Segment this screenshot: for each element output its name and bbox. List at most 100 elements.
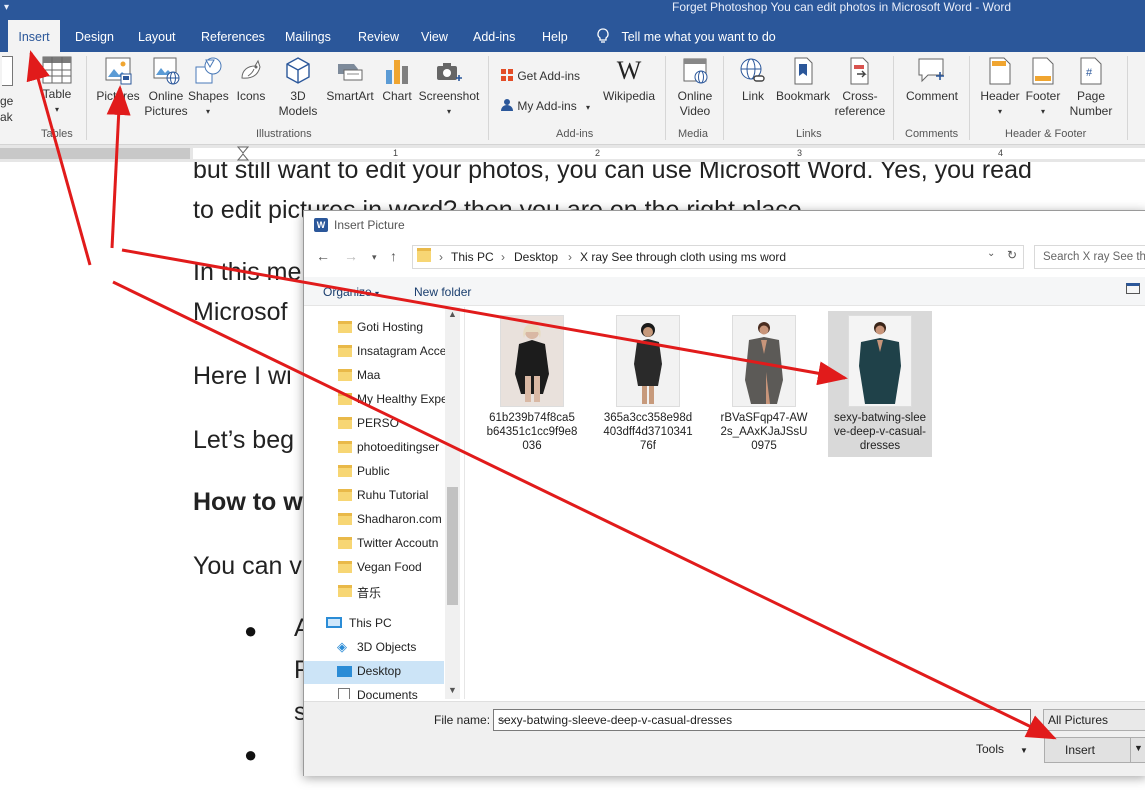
bookmark-button[interactable]: Bookmark — [774, 56, 832, 104]
table-icon — [42, 56, 72, 84]
online-pictures-button[interactable]: Online Pictures — [144, 56, 188, 119]
indent-marker-icon[interactable] — [237, 145, 249, 162]
breadcrumb-desktop[interactable]: Desktop — [514, 250, 558, 264]
svg-text:#: # — [1086, 67, 1093, 79]
my-add-ins-button[interactable]: My Add-ins ▾ — [500, 98, 590, 113]
group-header-footer: Header & Footer — [1005, 128, 1087, 140]
quick-access-dropdown-icon[interactable]: ▾ — [4, 2, 9, 13]
breadcrumb-this-pc[interactable]: This PC — [451, 250, 494, 264]
tab-view[interactable]: View — [421, 20, 448, 52]
3d-models-button[interactable]: 3D Models — [278, 56, 318, 119]
online-pictures-icon — [153, 57, 180, 85]
horizontal-ruler[interactable]: 1 2 3 4 — [0, 145, 1145, 162]
navigation-scrollbar[interactable]: ▲ ▼ — [445, 307, 460, 699]
tab-layout[interactable]: Layout — [138, 20, 176, 52]
insert-button[interactable]: Insert — [1044, 737, 1132, 763]
wikipedia-label: Wikipedia — [602, 89, 656, 103]
nav-folder-item[interactable]: Twitter Accoutn — [304, 533, 444, 556]
nav-folder-item[interactable]: Vegan Food — [304, 557, 444, 580]
address-dropdown-icon[interactable]: ⌄ — [987, 248, 995, 259]
nav-documents[interactable]: Documents — [304, 685, 444, 699]
nav-folder-label: 音乐 — [357, 586, 382, 600]
smartart-button[interactable]: SmartArt — [324, 56, 376, 104]
document-line: Microsof — [193, 298, 288, 326]
dialog-title-bar[interactable]: W Insert Picture — [304, 211, 1145, 239]
shapes-button[interactable]: Shapes ▾ — [188, 56, 229, 119]
document-line: Let’s beg — [193, 426, 295, 454]
search-box[interactable]: Search X ray See thr — [1034, 245, 1145, 269]
page-break-partial-label-1: ge — [0, 94, 14, 108]
footer-button[interactable]: Footer ▾ — [1022, 56, 1064, 119]
new-folder-button[interactable]: New folder — [414, 285, 471, 299]
nav-folder-item[interactable]: Public — [304, 461, 444, 484]
file-item-selected[interactable]: sexy-batwing-sleeve-deep-v-casual-dresse… — [828, 311, 932, 457]
nav-this-pc[interactable]: This PC — [304, 613, 444, 636]
file-item[interactable]: 61b239b74f8ca5b64351c1cc9f9e8036 — [482, 311, 582, 456]
tab-add-ins[interactable]: Add-ins — [473, 20, 515, 52]
chart-button[interactable]: Chart — [380, 56, 414, 104]
nav-desktop[interactable]: Desktop — [304, 661, 444, 684]
forward-arrow-icon[interactable]: → — [344, 248, 358, 264]
nav-folder-label: Goti Hosting — [357, 320, 424, 334]
tab-mailings[interactable]: Mailings — [285, 20, 331, 52]
link-button[interactable]: Link — [732, 56, 774, 104]
tab-help[interactable]: Help — [542, 20, 568, 52]
nav-folder-item[interactable]: Ruhu Tutorial — [304, 485, 444, 508]
online-video-button[interactable]: Online Video — [674, 56, 716, 119]
tab-insert[interactable]: Insert — [8, 20, 60, 52]
cross-reference-button[interactable]: Cross- reference — [834, 56, 886, 119]
back-arrow-icon[interactable]: ← — [316, 248, 330, 264]
link-label: Link — [741, 89, 764, 103]
screenshot-button[interactable]: Screenshot ▾ — [418, 56, 480, 119]
group-divider — [86, 56, 87, 140]
file-name-input[interactable]: sexy-batwing-sleeve-deep-v-casual-dresse… — [493, 709, 1031, 731]
breadcrumb-current-folder[interactable]: X ray See through cloth using ms word — [580, 250, 786, 264]
nav-3d-objects[interactable]: ◈ 3D Objects — [304, 637, 444, 660]
nav-folder-item[interactable]: My Healthy Expe — [304, 389, 445, 412]
wikipedia-icon: W — [616, 56, 642, 85]
comment-icon — [918, 58, 944, 83]
get-add-ins-button[interactable]: Get Add-ins — [500, 68, 580, 83]
table-label: Table — [42, 87, 72, 101]
scroll-down-icon[interactable]: ▼ — [448, 685, 457, 695]
tab-review[interactable]: Review — [358, 20, 399, 52]
view-options-icon[interactable] — [1126, 283, 1140, 297]
tab-design[interactable]: Design — [75, 20, 114, 52]
refresh-icon[interactable]: ↻ — [1007, 248, 1017, 262]
icons-button[interactable]: Icons — [234, 56, 268, 104]
organize-button[interactable]: Organize ▾ — [323, 285, 379, 299]
nav-folder-item[interactable]: Maa — [304, 365, 444, 388]
table-button[interactable]: Table ▾ — [36, 56, 78, 117]
organize-label: Organize — [323, 285, 372, 299]
nav-folder-item[interactable]: Shadharon.com — [304, 509, 444, 532]
tell-me-search[interactable]: Tell me what you want to do — [596, 20, 776, 52]
nav-folder-item[interactable]: PERSO — [304, 413, 444, 436]
file-type-select[interactable]: All Pictures — [1043, 709, 1145, 731]
comment-button[interactable]: Comment — [902, 56, 962, 104]
scroll-up-icon[interactable]: ▲ — [448, 309, 457, 319]
pictures-icon — [105, 57, 132, 85]
nav-folder-item[interactable]: 音乐 — [304, 581, 444, 604]
tools-button[interactable]: Tools ▼ — [976, 742, 1028, 756]
nav-folder-item[interactable]: Insatagram Acce — [304, 341, 445, 364]
file-name: rBVaSFqp47-AW2s_AAxKJaJSsU0975 — [720, 412, 808, 452]
recent-locations-dropdown-icon[interactable]: ▾ — [372, 252, 377, 263]
up-arrow-icon[interactable]: ↑ — [390, 248, 397, 264]
scroll-thumb[interactable] — [447, 487, 458, 605]
file-item[interactable]: rBVaSFqp47-AW2s_AAxKJaJSsU0975 — [714, 311, 814, 456]
nav-folder-item[interactable]: Goti Hosting — [304, 317, 444, 340]
file-item[interactable]: 365a3cc358e98d403dff4d371034176f — [598, 311, 698, 456]
insert-dropdown-button[interactable]: ▼ — [1130, 737, 1145, 763]
desktop-icon — [337, 666, 352, 677]
pictures-button[interactable]: Pictures — [96, 56, 140, 104]
pictures-label: Pictures — [96, 89, 140, 103]
page-number-button[interactable]: # Page Number — [1064, 56, 1118, 119]
file-name-dropdown-icon[interactable]: ⌄ — [498, 711, 1026, 725]
dialog-navigation-bar: ← → ▾ ↑ › This PC › Desktop › X ray See … — [304, 241, 1145, 273]
wikipedia-button[interactable]: W Wikipedia — [600, 56, 658, 104]
nav-folder-item[interactable]: photoeditingser — [304, 437, 444, 460]
address-bar[interactable]: › This PC › Desktop › X ray See through … — [412, 245, 1024, 269]
header-button[interactable]: Header ▾ — [978, 56, 1022, 119]
page-break-button[interactable] — [0, 56, 14, 89]
tab-references[interactable]: References — [201, 20, 265, 52]
